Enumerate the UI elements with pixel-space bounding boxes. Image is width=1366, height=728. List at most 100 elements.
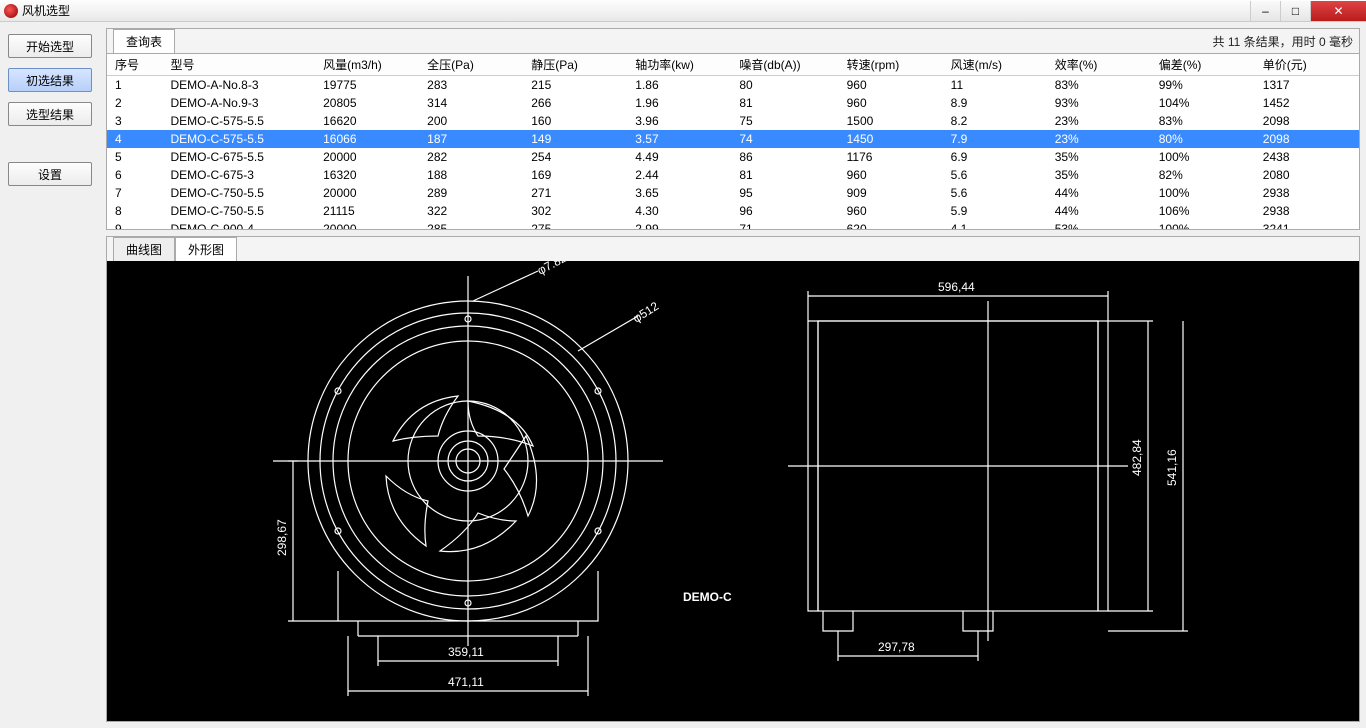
sidebar-button-settings[interactable]: 设置: [8, 162, 92, 186]
col-header[interactable]: 转速(rpm): [839, 54, 943, 76]
table-cell: 254: [523, 148, 627, 166]
table-cell: 960: [839, 94, 943, 112]
table-cell: 20000: [315, 184, 419, 202]
drawing-panel: 曲线图 外形图: [106, 236, 1360, 722]
main-layout: 开始选型 初选结果 选型结果 设置 查询表 共 11 条结果，用时 0 毫秒 序…: [0, 22, 1366, 728]
table-cell: DEMO-A-No.9-3: [163, 94, 316, 112]
dim-47111: 471,11: [448, 675, 484, 689]
table-cell: 16320: [315, 166, 419, 184]
tab-label: 曲线图: [126, 243, 162, 257]
results-table: 序号型号风量(m3/h)全压(Pa)静压(Pa)轴功率(kw)噪音(db(A))…: [107, 54, 1359, 229]
table-cell: 20000: [315, 148, 419, 166]
table-cell: 20805: [315, 94, 419, 112]
table-cell: 4.30: [627, 202, 731, 220]
table-row[interactable]: 4DEMO-C-575-5.5160661871493.577414507.92…: [107, 130, 1359, 148]
table-cell: 44%: [1047, 202, 1151, 220]
table-cell: 74: [731, 130, 838, 148]
table-cell: 6.9: [943, 148, 1047, 166]
bottom-tab-strip: 曲线图 外形图: [107, 237, 1359, 261]
table-row[interactable]: 7DEMO-C-750-5.5200002892713.65959095.644…: [107, 184, 1359, 202]
table-cell: 3.65: [627, 184, 731, 202]
table-row[interactable]: 2DEMO-A-No.9-3208053142661.96819608.993%…: [107, 94, 1359, 112]
tab-query-table[interactable]: 查询表: [113, 29, 175, 54]
table-cell: 8: [107, 202, 163, 220]
col-header[interactable]: 全压(Pa): [419, 54, 523, 76]
col-header[interactable]: 序号: [107, 54, 163, 76]
table-cell: 4: [107, 130, 163, 148]
table-cell: 169: [523, 166, 627, 184]
table-cell: 271: [523, 184, 627, 202]
table-row[interactable]: 6DEMO-C-675-3163201881692.44819605.635%8…: [107, 166, 1359, 184]
table-cell: 2.99: [627, 220, 731, 229]
title-bar: 风机选型 – □ ✕: [0, 0, 1366, 22]
table-cell: 93%: [1047, 94, 1151, 112]
table-body: 1DEMO-A-No.8-3197752832151.86809601183%9…: [107, 76, 1359, 230]
table-scroll[interactable]: 序号型号风量(m3/h)全压(Pa)静压(Pa)轴功率(kw)噪音(db(A))…: [107, 53, 1359, 229]
table-row[interactable]: 8DEMO-C-750-5.5211153223024.30969605.944…: [107, 202, 1359, 220]
table-cell: 5.9: [943, 202, 1047, 220]
table-row[interactable]: 3DEMO-C-575-5.5166202001603.967515008.22…: [107, 112, 1359, 130]
col-header[interactable]: 型号: [163, 54, 316, 76]
table-row[interactable]: 9DEMO-C-900-4200002852752.99716204.153%1…: [107, 220, 1359, 229]
table-cell: 104%: [1151, 94, 1255, 112]
col-header[interactable]: 噪音(db(A)): [731, 54, 838, 76]
col-header[interactable]: 效率(%): [1047, 54, 1151, 76]
table-row[interactable]: 5DEMO-C-675-5.5200002822544.498611766.93…: [107, 148, 1359, 166]
close-button[interactable]: ✕: [1310, 1, 1366, 21]
sidebar-button-preliminary[interactable]: 初选结果: [8, 68, 92, 92]
table-cell: 96: [731, 202, 838, 220]
side-view: 596,44 482,84 541,16 297,78: [788, 280, 1188, 661]
sidebar-button-start[interactable]: 开始选型: [8, 34, 92, 58]
table-cell: 960: [839, 202, 943, 220]
minimize-button[interactable]: –: [1250, 1, 1280, 21]
sidebar-label: 设置: [38, 166, 62, 183]
table-cell: 83%: [1047, 76, 1151, 95]
table-cell: 275: [523, 220, 627, 229]
table-cell: 960: [839, 76, 943, 95]
table-cell: 81: [731, 166, 838, 184]
table-cell: 8.2: [943, 112, 1047, 130]
table-cell: 20000: [315, 220, 419, 229]
table-cell: 7.9: [943, 130, 1047, 148]
table-cell: DEMO-C-675-3: [163, 166, 316, 184]
sidebar: 开始选型 初选结果 选型结果 设置: [0, 22, 100, 728]
table-cell: 106%: [1151, 202, 1255, 220]
table-cell: 5.6: [943, 184, 1047, 202]
table-row[interactable]: 1DEMO-A-No.8-3197752832151.86809601183%9…: [107, 76, 1359, 95]
table-cell: 100%: [1151, 220, 1255, 229]
table-cell: 314: [419, 94, 523, 112]
col-header[interactable]: 风量(m3/h): [315, 54, 419, 76]
col-header[interactable]: 风速(m/s): [943, 54, 1047, 76]
table-cell: 1500: [839, 112, 943, 130]
sidebar-label: 开始选型: [26, 38, 74, 55]
table-cell: 4.49: [627, 148, 731, 166]
dim-59644: 596,44: [938, 280, 975, 294]
table-cell: 21115: [315, 202, 419, 220]
table-cell: 149: [523, 130, 627, 148]
table-cell: 53%: [1047, 220, 1151, 229]
col-header[interactable]: 偏差(%): [1151, 54, 1255, 76]
col-header[interactable]: 单价(元): [1255, 54, 1359, 76]
col-header[interactable]: 轴功率(kw): [627, 54, 731, 76]
table-cell: 200: [419, 112, 523, 130]
tab-outline[interactable]: 外形图: [175, 237, 237, 262]
window-title: 风机选型: [22, 2, 70, 19]
table-cell: 2098: [1255, 112, 1359, 130]
table-cell: 23%: [1047, 130, 1151, 148]
table-cell: 2938: [1255, 184, 1359, 202]
tab-curve[interactable]: 曲线图: [113, 237, 175, 262]
table-cell: 266: [523, 94, 627, 112]
table-cell: DEMO-A-No.8-3: [163, 76, 316, 95]
table-cell: 322: [419, 202, 523, 220]
table-cell: 282: [419, 148, 523, 166]
table-cell: 3.96: [627, 112, 731, 130]
top-tab-strip: 查询表 共 11 条结果，用时 0 毫秒: [107, 29, 1359, 53]
sidebar-button-result[interactable]: 选型结果: [8, 102, 92, 126]
table-header: 序号型号风量(m3/h)全压(Pa)静压(Pa)轴功率(kw)噪音(db(A))…: [107, 54, 1359, 76]
col-header[interactable]: 静压(Pa): [523, 54, 627, 76]
table-cell: 9: [107, 220, 163, 229]
table-cell: 82%: [1151, 166, 1255, 184]
maximize-button[interactable]: □: [1280, 1, 1310, 21]
table-panel: 查询表 共 11 条结果，用时 0 毫秒 序号型号风量(m3/h)全压(Pa)静…: [106, 28, 1360, 230]
table-cell: 19775: [315, 76, 419, 95]
